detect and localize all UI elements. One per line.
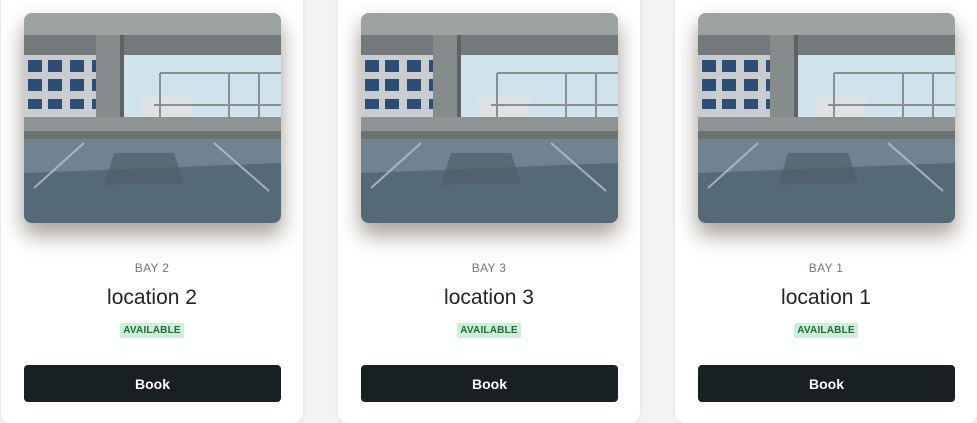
book-button[interactable]: Book bbox=[361, 365, 618, 402]
parking-spot-grid: BAY 2 location 2 AVAILABLE Book BAY 3 lo… bbox=[0, 0, 977, 423]
location-name: location 3 bbox=[444, 286, 534, 309]
book-button[interactable]: Book bbox=[698, 365, 955, 402]
book-button[interactable]: Book bbox=[24, 365, 281, 402]
parking-spot-card: BAY 3 location 3 AVAILABLE Book bbox=[338, 0, 640, 423]
status-badge: AVAILABLE bbox=[457, 323, 521, 338]
parking-spot-card: BAY 1 location 1 AVAILABLE Book bbox=[675, 0, 977, 423]
status-badge: AVAILABLE bbox=[120, 323, 184, 338]
parking-garage-photo bbox=[24, 13, 281, 223]
parking-garage-photo bbox=[361, 13, 618, 223]
status-badge: AVAILABLE bbox=[794, 323, 858, 338]
parking-garage-photo bbox=[698, 13, 955, 223]
location-name: location 2 bbox=[107, 286, 197, 309]
parking-spot-card: BAY 2 location 2 AVAILABLE Book bbox=[1, 0, 303, 423]
bay-label: BAY 3 bbox=[471, 261, 507, 275]
bay-label: BAY 1 bbox=[808, 261, 844, 275]
bay-label: BAY 2 bbox=[134, 261, 170, 275]
location-name: location 1 bbox=[781, 286, 871, 309]
